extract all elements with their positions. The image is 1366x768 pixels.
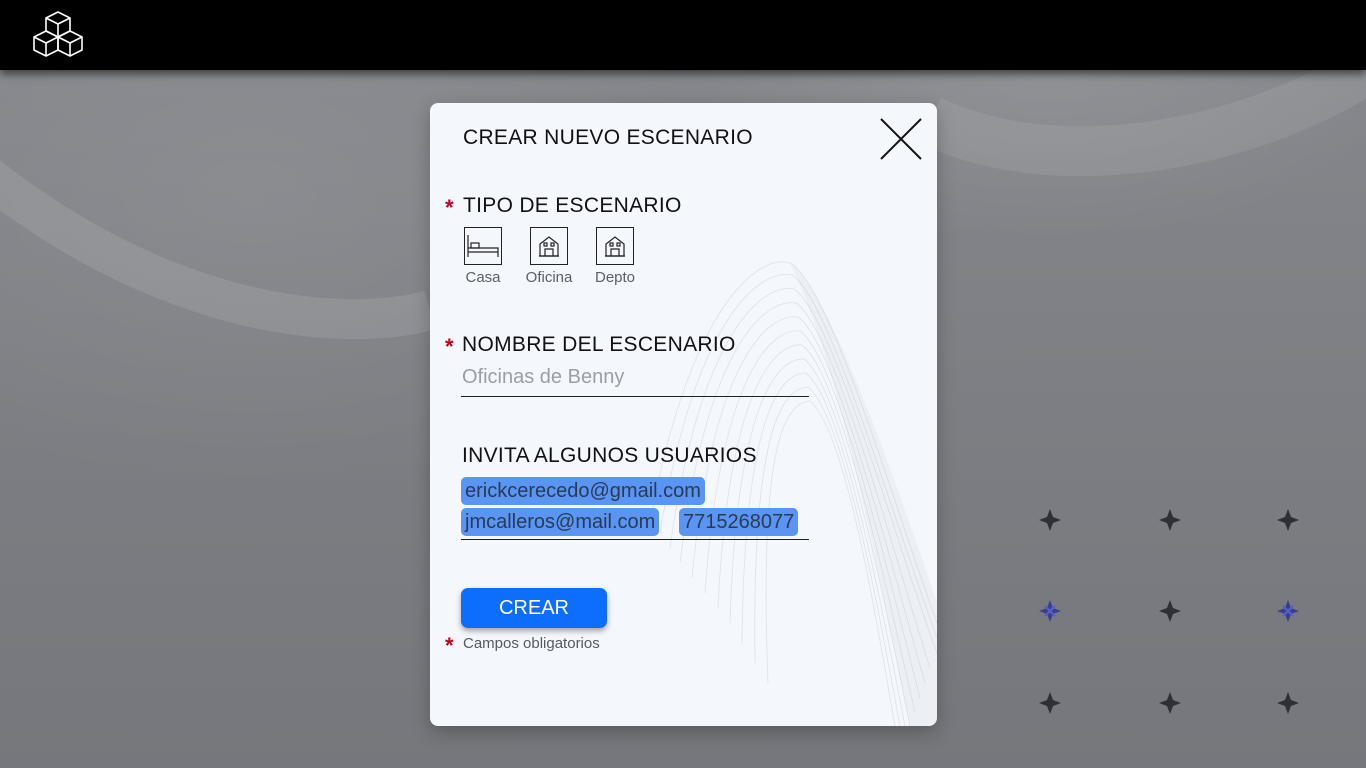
create-button[interactable]: CREAR — [461, 588, 607, 628]
diamond-icon — [1277, 692, 1299, 714]
invite-chip[interactable]: jmcalleros@mail.com — [461, 508, 660, 536]
cubes-logo-icon[interactable] — [30, 10, 86, 62]
scenario-type-depto[interactable]: Depto — [585, 227, 645, 286]
invite-users-field[interactable]: erickcerecedo@gmail.com jmcalleros@mail.… — [461, 477, 809, 540]
scenario-type-oficina[interactable]: Oficina — [519, 227, 579, 286]
top-bar — [0, 0, 1366, 70]
diamond-icon — [1277, 509, 1299, 531]
scenario-type-label-casa: Casa — [465, 269, 501, 286]
required-fields-note: Campos obligatorios — [463, 635, 600, 652]
diamond-icon — [1159, 600, 1181, 622]
scenario-type-label: TIPO DE ESCENARIO — [463, 194, 682, 217]
diamond-icon — [1159, 509, 1181, 531]
scenario-name-label: NOMBRE DEL ESCENARIO — [462, 333, 736, 356]
scenario-type-casa[interactable]: Casa — [453, 227, 513, 286]
building-icon — [530, 227, 568, 265]
required-asterisk: * — [445, 633, 454, 658]
x-mark-icon — [1277, 600, 1299, 622]
invite-chip[interactable]: erickcerecedo@gmail.com — [461, 477, 705, 505]
close-icon[interactable] — [878, 116, 924, 162]
bed-icon — [464, 227, 502, 265]
diamond-icon — [1039, 509, 1061, 531]
diamond-icon — [1159, 692, 1181, 714]
invite-chip[interactable]: 7715268077 — [679, 508, 799, 536]
create-scenario-modal: CREAR NUEVO ESCENARIO * TIPO DE ESCENARI… — [430, 103, 937, 726]
building-icon — [596, 227, 634, 265]
scenario-type-label-depto: Depto — [594, 269, 636, 286]
required-asterisk: * — [445, 195, 454, 220]
modal-title: CREAR NUEVO ESCENARIO — [463, 126, 753, 149]
x-mark-icon — [1039, 600, 1061, 622]
scenario-name-input[interactable] — [461, 359, 809, 397]
required-asterisk: * — [445, 334, 454, 359]
invite-users-label: INVITA ALGUNOS USUARIOS — [462, 444, 757, 467]
scenario-type-label-oficina: Oficina — [525, 269, 573, 286]
diamond-icon — [1039, 692, 1061, 714]
